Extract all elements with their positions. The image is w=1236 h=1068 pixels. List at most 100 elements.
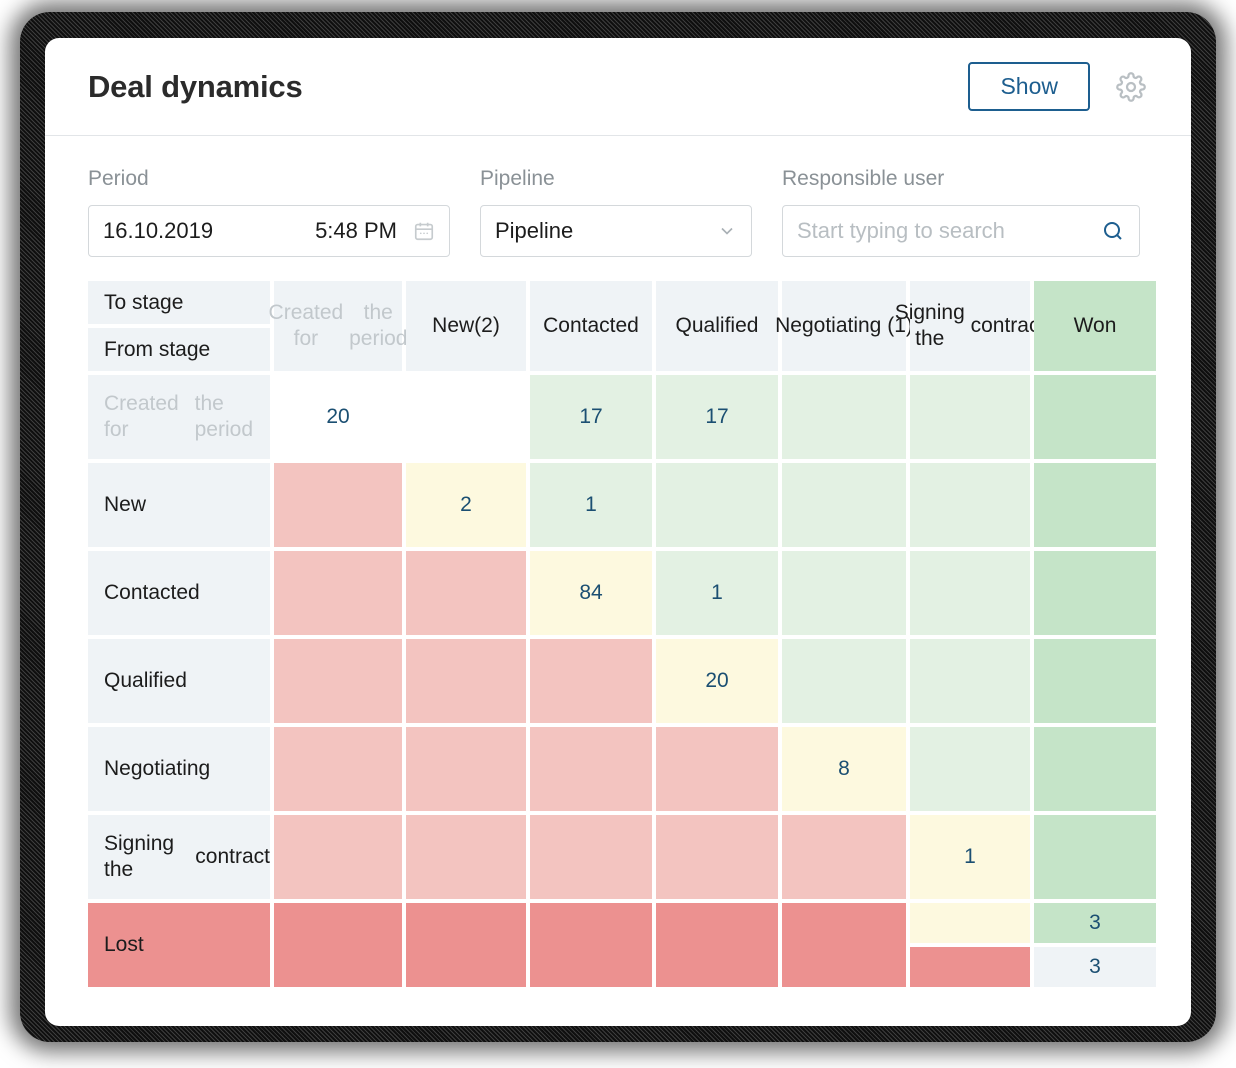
filter-period: Period 16.10.2019 5:48 PM [88, 166, 450, 258]
table-cell[interactable] [530, 639, 652, 724]
column-header-created-line1: Created for [268, 300, 344, 351]
table-cell-split-won: 3 3 [1034, 903, 1156, 988]
table-cell[interactable] [782, 463, 906, 548]
table-cell[interactable] [910, 727, 1030, 812]
table-cell[interactable] [656, 727, 778, 812]
row-header-signing-line1: Signing the [104, 831, 175, 882]
table-cell[interactable] [910, 903, 1030, 944]
table-cell[interactable] [1034, 815, 1156, 900]
table-cell[interactable] [910, 639, 1030, 724]
settings-button[interactable] [1114, 70, 1148, 104]
table-cell[interactable]: 8 [782, 727, 906, 812]
to-stage-label: To stage [88, 281, 270, 325]
column-header-created: Created for the period [269, 281, 407, 372]
table-cell[interactable] [656, 463, 778, 548]
pipeline-selected-value: Pipeline [495, 218, 574, 244]
table-cell[interactable] [1034, 639, 1156, 724]
row-header-created-line2: the period [194, 391, 254, 442]
table-cell[interactable] [530, 727, 652, 812]
show-button[interactable]: Show [968, 61, 1090, 112]
search-icon[interactable] [1101, 219, 1125, 243]
table-cell[interactable] [782, 903, 906, 988]
table-cell[interactable] [782, 551, 906, 636]
gear-icon [1116, 71, 1146, 102]
table-cell[interactable] [406, 551, 526, 636]
table-cell[interactable] [274, 551, 402, 636]
page-title: Deal dynamics [88, 68, 303, 104]
row-header-signing: Signing the contract [88, 815, 270, 900]
search-input[interactable] [797, 218, 1077, 245]
calendar-icon[interactable] [413, 220, 435, 242]
table-cell[interactable]: 84 [530, 551, 652, 636]
table-cell[interactable] [274, 639, 402, 724]
table-cell[interactable] [274, 903, 402, 988]
row-header-created: Created for the period [88, 375, 270, 460]
table-cell[interactable]: 20 [274, 375, 402, 460]
table-cell[interactable] [406, 639, 526, 724]
table-cell[interactable] [656, 903, 778, 988]
chevron-down-icon[interactable] [717, 221, 737, 241]
row-header-signing-line2: contract [195, 845, 270, 869]
pipeline-label: Pipeline [480, 167, 555, 190]
table-cell[interactable] [530, 903, 652, 988]
table-cell[interactable]: 1 [530, 463, 652, 548]
table-cell[interactable] [406, 727, 526, 812]
table-cell[interactable] [782, 639, 906, 724]
table-cell[interactable]: 1 [656, 551, 778, 636]
filter-pipeline: Pipeline Pipeline [480, 166, 752, 258]
deal-dynamics-card: Deal dynamics Show Period 16.10.2019 5:4… [45, 38, 1191, 1026]
period-label: Period [88, 167, 149, 190]
row-header-contacted: Contacted [88, 551, 270, 636]
table-cell[interactable] [910, 463, 1030, 548]
table-cell[interactable] [530, 815, 652, 900]
table-cell[interactable]: 3 [1034, 947, 1156, 988]
table-cell[interactable] [406, 375, 526, 460]
filters-bar: Period 16.10.2019 5:48 PM Pipeline Pipel… [45, 136, 1191, 258]
responsible-user-label: Responsible user [782, 167, 945, 190]
deal-dynamics-matrix: To stage From stage Created for the peri… [88, 281, 1156, 988]
row-header-lost: Lost [88, 903, 270, 988]
table-cell[interactable] [910, 551, 1030, 636]
column-header-won: Won [1034, 281, 1156, 372]
table-cell[interactable] [274, 727, 402, 812]
pipeline-select[interactable]: Pipeline [480, 205, 752, 258]
table-cell[interactable] [406, 815, 526, 900]
period-time-value: 5:48 PM [315, 218, 397, 244]
matrix-corner-header: To stage From stage [88, 281, 270, 372]
table-cell[interactable]: 20 [656, 639, 778, 724]
table-cell[interactable] [910, 375, 1030, 460]
column-header-new: New(2) [406, 281, 526, 372]
row-header-new: New [88, 463, 270, 548]
table-cell[interactable] [910, 947, 1030, 988]
table-cell[interactable] [782, 375, 906, 460]
table-cell-split-signing [910, 903, 1030, 988]
table-cell[interactable] [1034, 551, 1156, 636]
table-cell[interactable]: 3 [1034, 903, 1156, 944]
table-cell[interactable]: 17 [656, 375, 778, 460]
period-date-value: 16.10.2019 [103, 218, 214, 244]
row-header-created-line1: Created for [104, 391, 179, 442]
column-header-negotiating-line1: Negotiating [775, 314, 882, 338]
column-header-signing: Signing the contract [895, 281, 1045, 372]
filter-responsible-user: Responsible user [782, 166, 1140, 258]
responsible-user-field[interactable] [782, 205, 1140, 258]
row-header-negotiating: Negotiating [88, 727, 270, 812]
table-cell[interactable] [1034, 375, 1156, 460]
table-cell[interactable] [1034, 463, 1156, 548]
column-header-signing-line1: Signing the [894, 300, 965, 351]
table-cell[interactable]: 17 [530, 375, 652, 460]
table-cell[interactable]: 2 [406, 463, 526, 548]
column-header-contacted: Contacted [530, 281, 652, 372]
table-cell[interactable] [1034, 727, 1156, 812]
table-cell[interactable] [406, 903, 526, 988]
card-header: Deal dynamics Show [45, 38, 1191, 136]
period-input[interactable]: 16.10.2019 5:48 PM [88, 205, 450, 258]
table-cell[interactable] [656, 815, 778, 900]
column-header-created-line2: the period [349, 300, 408, 351]
table-cell[interactable]: 1 [910, 815, 1030, 900]
table-cell[interactable] [274, 815, 402, 900]
table-cell[interactable] [782, 815, 906, 900]
column-header-qualified: Qualified [656, 281, 778, 372]
column-header-negotiating: Negotiating (1) [775, 281, 913, 372]
table-cell[interactable] [274, 463, 402, 548]
